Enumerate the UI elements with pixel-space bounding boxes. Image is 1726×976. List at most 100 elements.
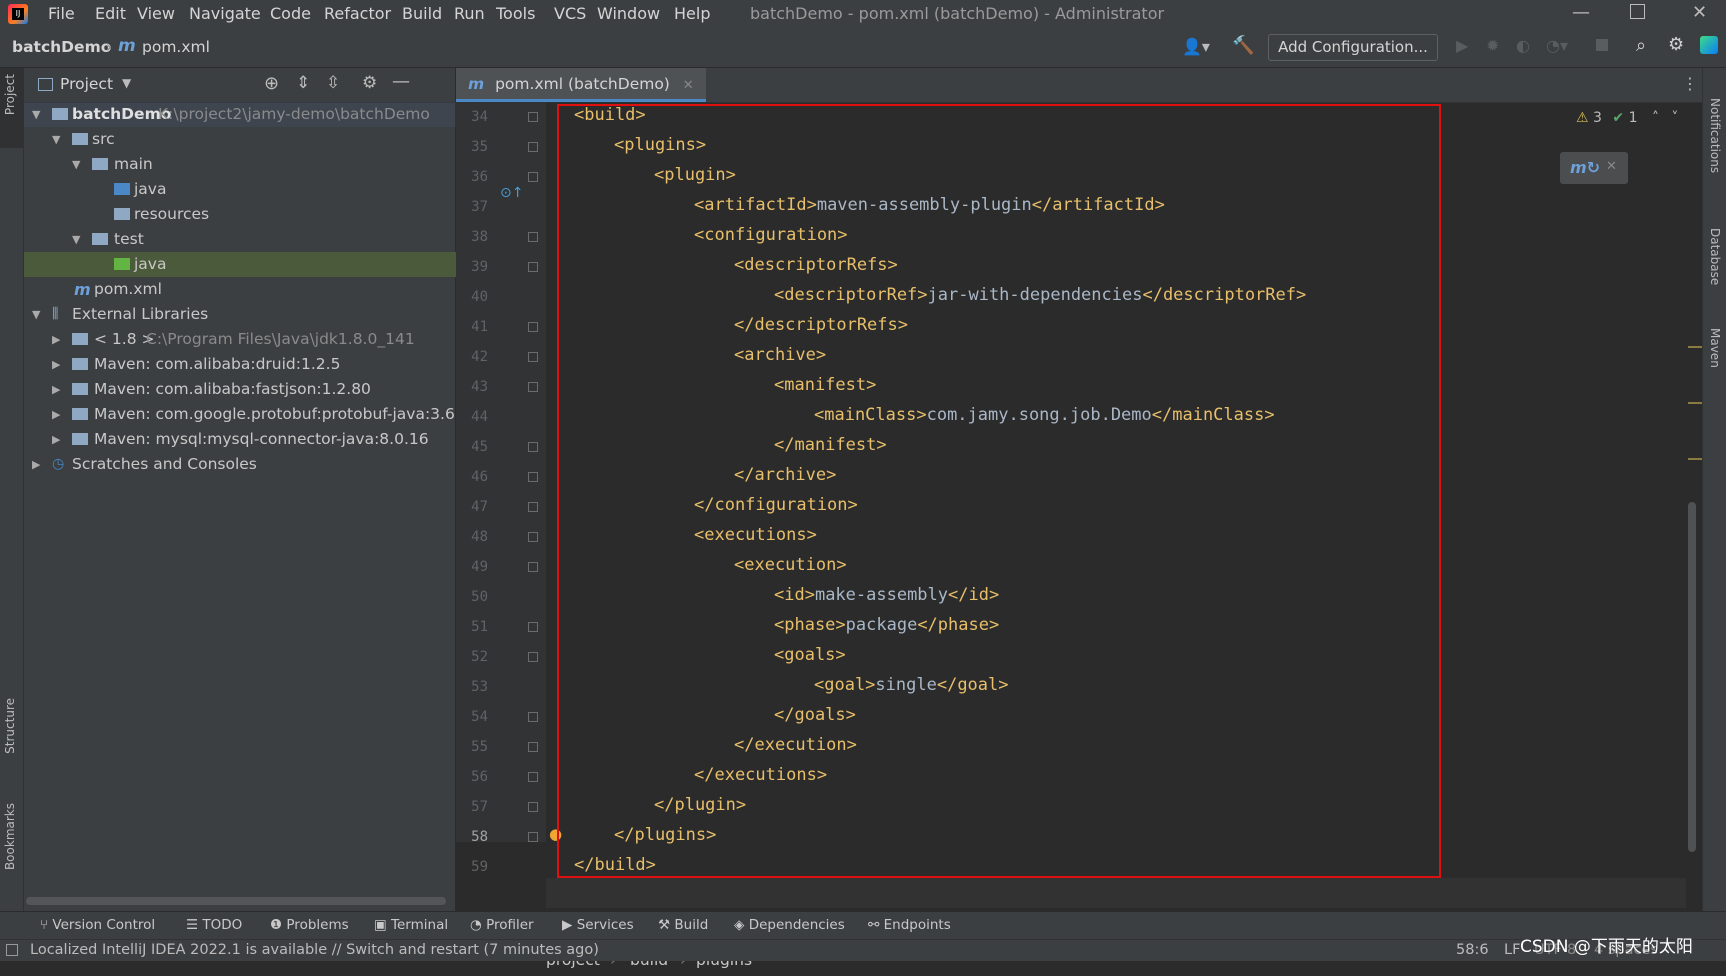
tool-build[interactable]: ⚒ Build <box>658 917 708 933</box>
code-line[interactable]: </archive> <box>734 465 836 485</box>
maximize-icon[interactable] <box>1630 4 1645 19</box>
tree-row-library[interactable]: ▶ Maven: mysql:mysql-connector-java:8.0.… <box>24 427 456 452</box>
fold-marker-icon[interactable] <box>528 472 538 482</box>
fold-marker-icon[interactable] <box>528 322 538 332</box>
tree-row-test-java[interactable]: java <box>24 252 456 277</box>
code-line[interactable]: <archive> <box>734 345 826 365</box>
more-options-icon[interactable]: ⋮ <box>1682 74 1698 93</box>
fold-marker-icon[interactable] <box>528 112 538 122</box>
code-line[interactable]: </descriptorRefs> <box>734 315 908 335</box>
structure-tool-tab[interactable]: Structure <box>3 698 17 754</box>
inspection-widget[interactable]: ⚠ 3 ✔ 1 ˄ ˅ <box>1576 110 1692 132</box>
menu-build[interactable]: Build <box>402 4 442 23</box>
tool-version-control[interactable]: ⑂ Version Control <box>40 917 155 933</box>
code-line[interactable]: <phase>package</phase> <box>774 615 999 635</box>
tree-row-test[interactable]: ▼ test <box>24 227 456 252</box>
code-line[interactable]: <descriptorRefs> <box>734 255 898 275</box>
fold-marker-icon[interactable] <box>528 232 538 242</box>
user-icon[interactable]: 👤▾ <box>1182 37 1210 56</box>
override-marker-icon[interactable]: ⊙↑ <box>500 185 523 201</box>
project-tool-tab[interactable]: Project <box>0 68 23 148</box>
tree-row-resources[interactable]: resources <box>24 202 456 227</box>
fold-marker-icon[interactable] <box>528 802 538 812</box>
fold-marker-icon[interactable] <box>528 652 538 662</box>
code-line[interactable]: </plugin> <box>654 795 746 815</box>
fold-marker-icon[interactable] <box>528 742 538 752</box>
code-line[interactable]: <id>make-assembly</id> <box>774 585 999 605</box>
collapse-all-icon[interactable]: ⇳ <box>326 73 340 93</box>
run-icon[interactable]: ▶ <box>1456 36 1468 55</box>
stop-icon[interactable] <box>1596 39 1608 51</box>
menu-edit[interactable]: Edit <box>95 4 126 23</box>
maven-tool-tab[interactable]: Maven <box>1708 328 1722 368</box>
fold-marker-icon[interactable] <box>528 442 538 452</box>
code-line[interactable]: <build> <box>574 105 646 125</box>
status-square-icon[interactable] <box>6 944 18 956</box>
close-icon[interactable]: ✕ <box>1692 2 1707 23</box>
code-line[interactable]: <plugin> <box>654 165 736 185</box>
maven-reload-icon[interactable]: m↻ <box>1570 158 1600 177</box>
status-message[interactable]: Localized IntelliJ IDEA 2022.1 is availa… <box>30 942 599 958</box>
code-line[interactable]: <descriptorRef>jar-with-dependencies</de… <box>774 285 1306 305</box>
fold-marker-icon[interactable] <box>528 622 538 632</box>
tree-row-src[interactable]: ▼ src <box>24 127 456 152</box>
code-line[interactable]: <plugins> <box>614 135 706 155</box>
code-line[interactable]: <goal>single</goal> <box>814 675 1009 695</box>
fold-marker-icon[interactable] <box>528 262 538 272</box>
fold-marker-icon[interactable] <box>528 142 538 152</box>
caret-position[interactable]: 58:6 <box>1456 942 1489 958</box>
code-line[interactable]: <mainClass>com.jamy.song.job.Demo</mainC… <box>814 405 1275 425</box>
code-line[interactable]: </manifest> <box>774 435 887 455</box>
profile-icon[interactable]: ◔▾ <box>1546 36 1568 55</box>
fold-marker-icon[interactable] <box>528 532 538 542</box>
tree-row-library[interactable]: ▶ Maven: com.google.protobuf:protobuf-ja… <box>24 402 456 427</box>
tool-endpoints[interactable]: ⚯ Endpoints <box>868 917 951 933</box>
project-horizontal-scrollbar[interactable] <box>26 897 446 905</box>
fold-marker-icon[interactable] <box>528 502 538 512</box>
menu-navigate[interactable]: Navigate <box>189 4 261 23</box>
line-separator[interactable]: LF <box>1504 942 1520 958</box>
code-line[interactable]: <executions> <box>694 525 817 545</box>
database-tool-tab[interactable]: Database <box>1708 228 1722 285</box>
close-icon[interactable]: ✕ <box>1606 159 1617 174</box>
tab-close-icon[interactable]: ✕ <box>683 78 694 93</box>
hammer-icon[interactable]: 🔨 <box>1232 35 1254 56</box>
tree-row-main[interactable]: ▼ main <box>24 152 456 177</box>
tree-row-external-libraries[interactable]: ▼ ⫼ External Libraries <box>24 302 456 327</box>
tool-problems[interactable]: ❶ Problems <box>270 917 349 933</box>
tree-row-library[interactable]: ▶ Maven: com.alibaba:fastjson:1.2.80 <box>24 377 456 402</box>
code-line[interactable]: </build> <box>574 855 656 875</box>
menu-tools[interactable]: Tools <box>496 4 535 23</box>
minimize-icon[interactable]: — <box>1572 2 1590 23</box>
menu-vcs[interactable]: VCS <box>554 4 586 23</box>
code-line[interactable]: <manifest> <box>774 375 876 395</box>
gear-icon[interactable]: ⚙ <box>1668 34 1684 55</box>
tree-row-pom[interactable]: m pom.xml <box>24 277 456 302</box>
fold-marker-icon[interactable] <box>528 832 538 842</box>
tree-row-jdk[interactable]: ▶ < 1.8 > C:\Program Files\Java\jdk1.8.0… <box>24 327 456 352</box>
chevron-down-icon[interactable]: ˅ <box>1671 110 1678 126</box>
menu-window[interactable]: Window <box>597 4 660 23</box>
breadcrumb-project[interactable]: batchDemo <box>12 38 111 56</box>
menu-view[interactable]: View <box>137 4 175 23</box>
add-configuration-button[interactable]: Add Configuration... <box>1268 34 1438 61</box>
fold-marker-icon[interactable] <box>528 712 538 722</box>
tree-row-main-java[interactable]: java <box>24 177 456 202</box>
menu-help[interactable]: Help <box>674 4 710 23</box>
code-line[interactable]: </plugins> <box>614 825 716 845</box>
code-line[interactable]: </configuration> <box>694 495 858 515</box>
code-line[interactable]: <goals> <box>774 645 846 665</box>
maven-reload-popup[interactable]: m↻ ✕ <box>1560 152 1628 184</box>
notifications-tool-tab[interactable]: Notifications <box>1708 98 1722 173</box>
hide-panel-icon[interactable]: — <box>392 71 410 92</box>
fold-marker-icon[interactable] <box>528 352 538 362</box>
editor-vertical-scrollbar[interactable] <box>1688 502 1696 852</box>
chevron-up-icon[interactable]: ˄ <box>1652 110 1659 126</box>
menu-run[interactable]: Run <box>454 4 485 23</box>
coverage-icon[interactable]: ◐ <box>1516 36 1530 55</box>
fold-marker-icon[interactable] <box>528 172 538 182</box>
menu-refactor[interactable]: Refactor <box>324 4 391 23</box>
options-gear-icon[interactable]: ⚙ <box>362 73 377 93</box>
expand-all-icon[interactable]: ⇕ <box>296 73 310 93</box>
code-line[interactable]: </goals> <box>774 705 856 725</box>
